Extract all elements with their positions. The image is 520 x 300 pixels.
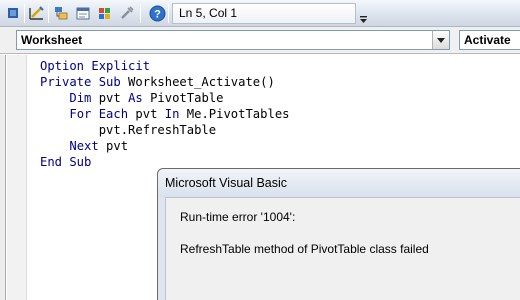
dialog-body: Run-time error '1004': RefreshTable meth… (165, 197, 520, 300)
toolbar-separator (48, 4, 49, 23)
toolbar-options-icon[interactable] (358, 6, 368, 24)
code-line[interactable]: Next pvt (40, 138, 128, 154)
code-keyword: Option Explicit (40, 59, 151, 73)
object-dropdown[interactable]: Worksheet (16, 30, 450, 50)
code-text: PivotTable (142, 91, 224, 105)
code-keyword: For Each (69, 107, 129, 121)
code-keyword: As (128, 91, 143, 105)
toolbox-icon[interactable] (118, 4, 136, 22)
procedure-dropdown[interactable]: Activate (459, 30, 520, 50)
code-line[interactable]: pvt.RefreshTable (40, 122, 216, 138)
error-dialog: Microsoft Visual Basic Run-time error '1… (157, 168, 520, 300)
chevron-down-icon[interactable] (432, 31, 449, 49)
code-text: pvt (91, 91, 129, 105)
project-explorer-icon[interactable] (52, 4, 70, 22)
margin-indicator-bar[interactable] (7, 55, 27, 300)
code-keyword: End Sub (40, 155, 92, 169)
error-code-text: Run-time error '1004': (180, 210, 296, 224)
toolbar-separator (140, 4, 141, 23)
cursor-position-readout: Ln 5, Col 1 (172, 3, 356, 24)
error-message-text: RefreshTable method of PivotTable class … (180, 242, 429, 256)
window-frame (0, 55, 6, 300)
code-text: pvt (98, 139, 129, 153)
object-browser-icon[interactable] (96, 4, 114, 22)
code-keyword: In (164, 107, 180, 121)
dialog-title[interactable]: Microsoft Visual Basic (158, 169, 520, 197)
code-window-selectors: Worksheet Activate (0, 27, 520, 54)
code-line[interactable]: For Each pvt In Me.PivotTables (40, 106, 290, 122)
code-line[interactable]: Private Sub Worksheet_Activate() (40, 74, 275, 90)
code-text: Worksheet_Activate() (120, 75, 275, 89)
svg-text:?: ? (154, 8, 161, 20)
code-text: pvt.RefreshTable (98, 123, 217, 137)
view-excel-icon[interactable] (4, 4, 22, 22)
help-icon[interactable]: ? (148, 4, 166, 22)
code-line[interactable]: End Sub (40, 154, 91, 170)
procedure-dropdown-value: Activate (464, 33, 511, 47)
design-mode-icon[interactable] (28, 4, 46, 22)
code-keyword: Private Sub (40, 75, 121, 89)
code-keyword: Next (69, 139, 99, 153)
code-line[interactable]: Dim pvt As PivotTable (40, 90, 223, 106)
code-line[interactable]: Option Explicit (40, 58, 150, 74)
object-dropdown-value: Worksheet (21, 33, 83, 47)
properties-window-icon[interactable] (74, 4, 92, 22)
toolbar-separator (24, 4, 25, 23)
code-text: Me.PivotTables (179, 107, 290, 121)
standard-toolbar: ? Ln 5, Col 1 (0, 0, 520, 27)
code-text: pvt (128, 107, 165, 121)
toolbar-separator (168, 4, 169, 23)
code-keyword: Dim (69, 91, 92, 105)
